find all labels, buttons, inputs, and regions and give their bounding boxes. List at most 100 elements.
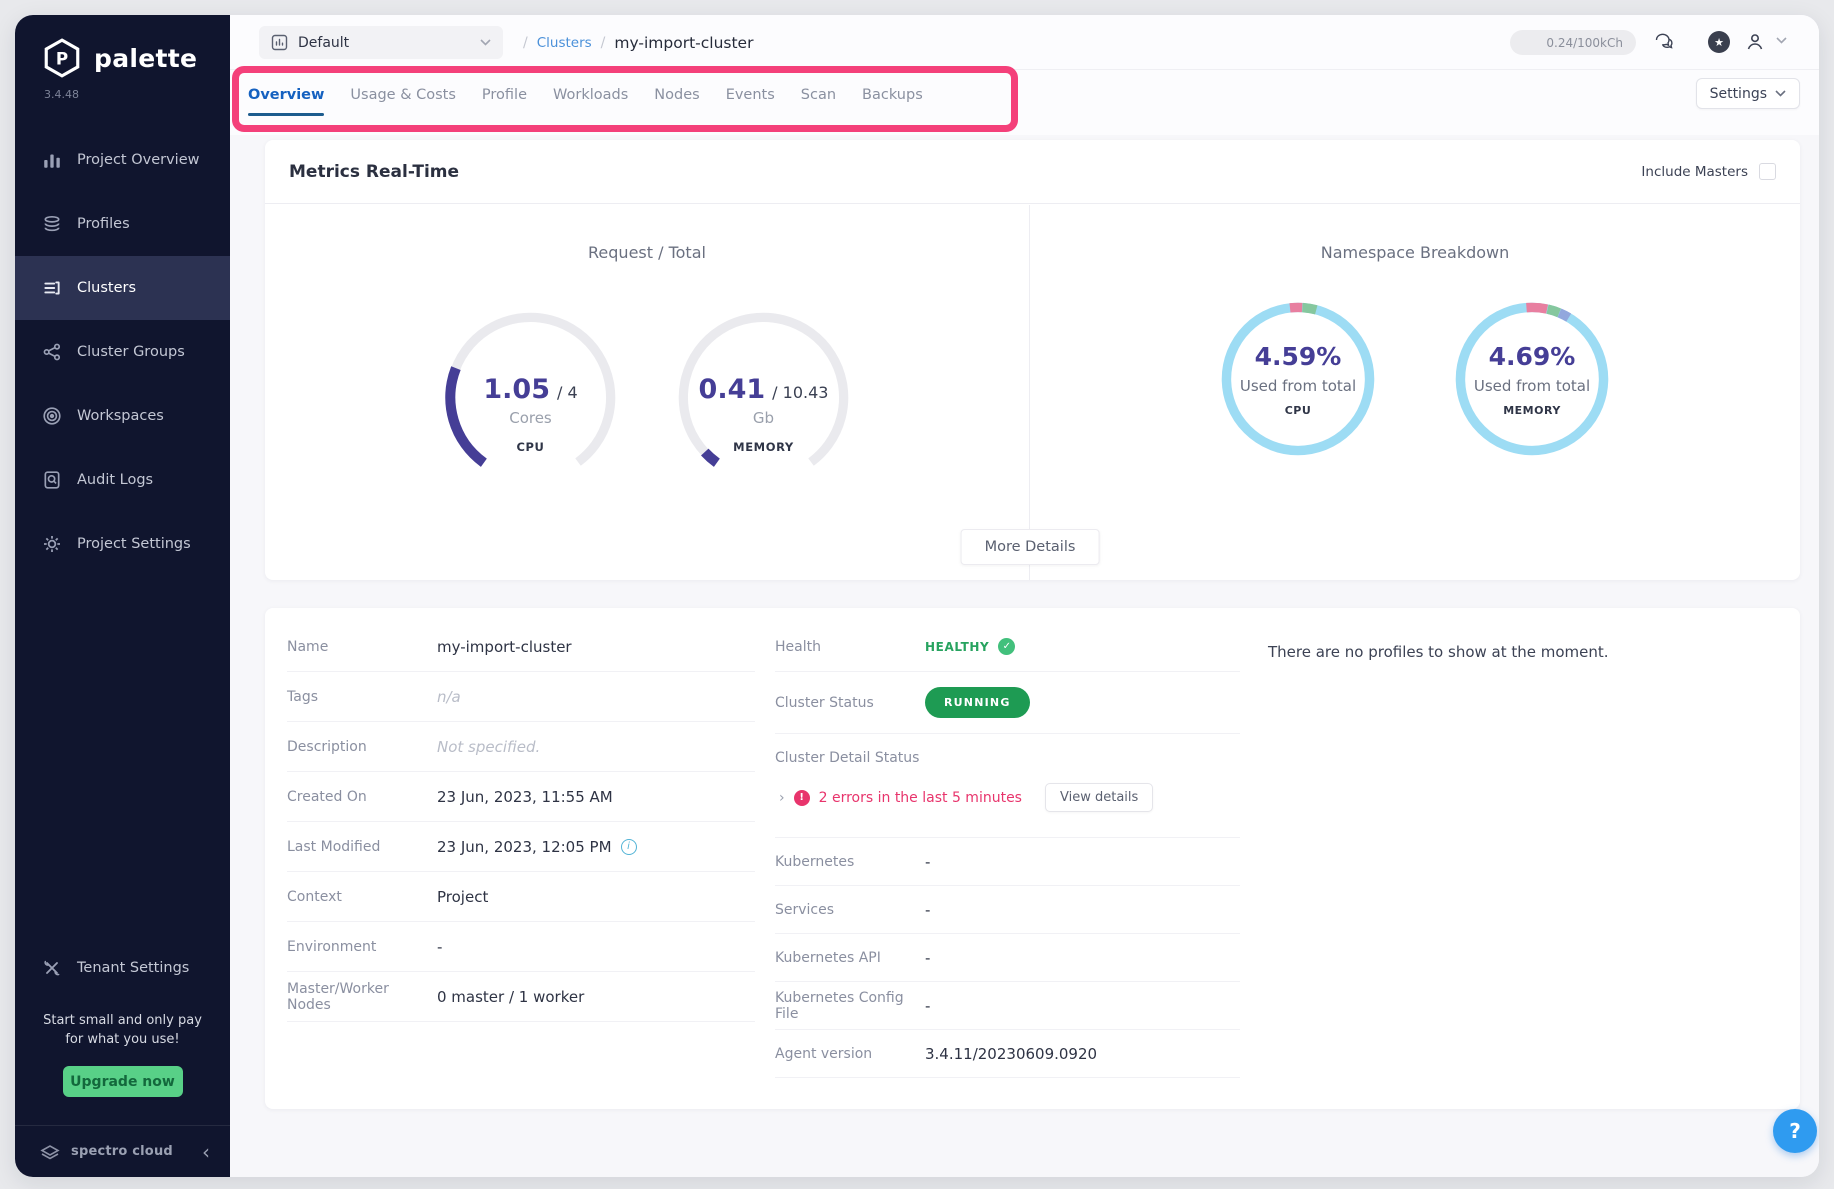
usage-badge: 0.24/100kCh xyxy=(1510,30,1636,55)
sidebar-item-label: Project Overview xyxy=(77,152,200,168)
list-icon xyxy=(42,278,62,298)
sidebar-item-label: Clusters xyxy=(77,280,136,296)
sidebar-item-project-overview[interactable]: Project Overview xyxy=(15,128,230,192)
settings-button[interactable]: Settings xyxy=(1696,78,1800,109)
memory-unit: Gb xyxy=(753,409,774,427)
tab-profile[interactable]: Profile xyxy=(482,78,527,116)
gear-icon xyxy=(42,534,62,554)
tab-nodes[interactable]: Nodes xyxy=(654,78,699,116)
detail-row-kubernetes-api: Kubernetes API - xyxy=(775,934,1240,982)
detail-row-environment: Environment - xyxy=(287,922,755,972)
tab-overview[interactable]: Overview xyxy=(248,78,324,116)
sidebar-item-project-settings[interactable]: Project Settings xyxy=(15,512,230,576)
tab-workloads[interactable]: Workloads xyxy=(553,78,628,116)
sidebar-item-cluster-groups[interactable]: Cluster Groups xyxy=(15,320,230,384)
upgrade-now-button[interactable]: Upgrade now xyxy=(63,1066,183,1097)
tab-events[interactable]: Events xyxy=(726,78,775,116)
cpu-unit: Cores xyxy=(509,409,552,427)
chevron-down-icon xyxy=(480,39,491,46)
sidebar-item-label: Profiles xyxy=(77,216,130,232)
breadcrumb-slash: / xyxy=(523,35,528,51)
help-button[interactable]: ? xyxy=(1773,1109,1817,1153)
error-message: 2 errors in the last 5 minutes xyxy=(819,790,1022,806)
sidebar-item-label: Audit Logs xyxy=(77,472,153,488)
memory-total-value: / 10.43 xyxy=(772,383,828,402)
user-icon[interactable] xyxy=(1744,31,1766,53)
memory-caption: MEMORY xyxy=(733,440,794,454)
topbar: Default / Clusters / my-import-cluster 0… xyxy=(230,15,1819,70)
chevron-down-icon xyxy=(1775,90,1786,97)
tools-icon xyxy=(42,958,62,978)
detail-row-cluster-status: Cluster Status RUNNING xyxy=(775,672,1240,734)
detail-row-health: Health HEALTHY ✓ xyxy=(775,622,1240,672)
cluster-detail-status-block: Cluster Detail Status › ! 2 errors in th… xyxy=(775,734,1240,838)
cpu-used-label: Used from total xyxy=(1240,377,1356,395)
collapse-sidebar-icon[interactable]: ‹ xyxy=(202,1142,210,1162)
cpu-total-value: / 4 xyxy=(557,383,578,402)
chevron-down-icon[interactable] xyxy=(1776,37,1787,44)
include-masters-control: Include Masters xyxy=(1641,163,1776,180)
sidebar-item-workspaces[interactable]: Workspaces xyxy=(15,384,230,448)
view-details-button[interactable]: View details xyxy=(1045,783,1153,812)
sidebar-item-label: Workspaces xyxy=(77,408,164,424)
health-status-value: HEALTHY xyxy=(925,640,989,654)
request-total-pane: Request / Total 1.05 / 4 xyxy=(265,205,1030,580)
app-window: P palette 3.4.48 Project Overview xyxy=(15,15,1819,1177)
check-circle-icon: ✓ xyxy=(998,638,1015,655)
details-middle-column: Health HEALTHY ✓ Cluster Status RUNNING … xyxy=(775,622,1240,1078)
cpu-gauge: 1.05 / 4 Cores CPU xyxy=(438,305,623,490)
chat-icon[interactable] xyxy=(1654,31,1676,53)
detail-row-kubernetes: Kubernetes - xyxy=(775,838,1240,886)
sidebar-item-audit-logs[interactable]: Audit Logs xyxy=(15,448,230,512)
spectro-cloud-logo-icon xyxy=(39,1141,61,1163)
memory-donut-caption: MEMORY xyxy=(1503,404,1561,417)
detail-row-master-worker-nodes: Master/Worker Nodes 0 master / 1 worker xyxy=(287,972,755,1022)
detail-row-context: Context Project xyxy=(287,872,755,922)
svg-text:P: P xyxy=(56,48,68,68)
project-chart-icon xyxy=(271,34,288,51)
detail-row-last-modified: Last Modified 23 Jun, 2023, 12:05 PM i xyxy=(287,822,755,872)
star-icon[interactable]: ★ xyxy=(1708,31,1730,53)
network-icon xyxy=(42,342,62,362)
breadcrumb-slash: / xyxy=(601,35,606,51)
sidebar-item-label: Cluster Groups xyxy=(77,344,185,360)
project-selector[interactable]: Default xyxy=(259,26,503,59)
cluster-detail-status-label: Cluster Detail Status xyxy=(775,750,1240,766)
target-icon xyxy=(42,406,62,426)
bar-chart-icon xyxy=(42,150,62,170)
namespace-breakdown-title: Namespace Breakdown xyxy=(1030,243,1800,262)
more-details-button[interactable]: More Details xyxy=(961,529,1100,565)
details-left-column: Name my-import-cluster Tags n/a Descript… xyxy=(287,622,755,1022)
info-icon[interactable]: i xyxy=(621,839,637,855)
tab-backups[interactable]: Backups xyxy=(862,78,923,116)
cpu-request-value: 1.05 xyxy=(483,374,550,405)
namespace-breakdown-pane: Namespace Breakdown 4.59% Us xyxy=(1030,205,1800,580)
cluster-details-card: Name my-import-cluster Tags n/a Descript… xyxy=(265,608,1800,1109)
sidebar-item-tenant-settings[interactable]: Tenant Settings xyxy=(15,943,230,993)
detail-row-name: Name my-import-cluster xyxy=(287,622,755,672)
detail-row-kubernetes-config-file: Kubernetes Config File - xyxy=(775,982,1240,1030)
request-total-title: Request / Total xyxy=(265,243,1029,262)
project-selector-value: Default xyxy=(298,35,349,51)
doc-search-icon xyxy=(42,470,62,490)
tab-usage-costs[interactable]: Usage & Costs xyxy=(350,78,456,116)
include-masters-checkbox[interactable] xyxy=(1759,163,1776,180)
detail-row-agent-version: Agent version 3.4.11/20230609.0920 xyxy=(775,1030,1240,1078)
chevron-right-icon[interactable]: › xyxy=(779,790,785,806)
detail-row-created-on: Created On 23 Jun, 2023, 11:55 AM xyxy=(287,772,755,822)
brand-name: palette xyxy=(94,44,197,73)
memory-used-label: Used from total xyxy=(1474,377,1590,395)
cluster-tabs: Overview Usage & Costs Profile Workloads… xyxy=(248,77,923,117)
breadcrumb-clusters-link[interactable]: Clusters xyxy=(537,35,592,51)
detail-row-tags: Tags n/a xyxy=(287,672,755,722)
screen: P palette 3.4.48 Project Overview xyxy=(0,0,1834,1189)
cpu-donut-caption: CPU xyxy=(1285,404,1312,417)
palette-logo-icon: P xyxy=(41,37,83,79)
sidebar-nav: Project Overview Profiles Clusters xyxy=(15,128,230,576)
settings-button-label: Settings xyxy=(1710,86,1767,102)
sidebar-item-profiles[interactable]: Profiles xyxy=(15,192,230,256)
header-zone: Default / Clusters / my-import-cluster 0… xyxy=(230,15,1819,135)
sidebar-item-clusters[interactable]: Clusters xyxy=(15,256,230,320)
memory-used-percent: 4.69% xyxy=(1489,342,1576,371)
tab-scan[interactable]: Scan xyxy=(801,78,836,116)
